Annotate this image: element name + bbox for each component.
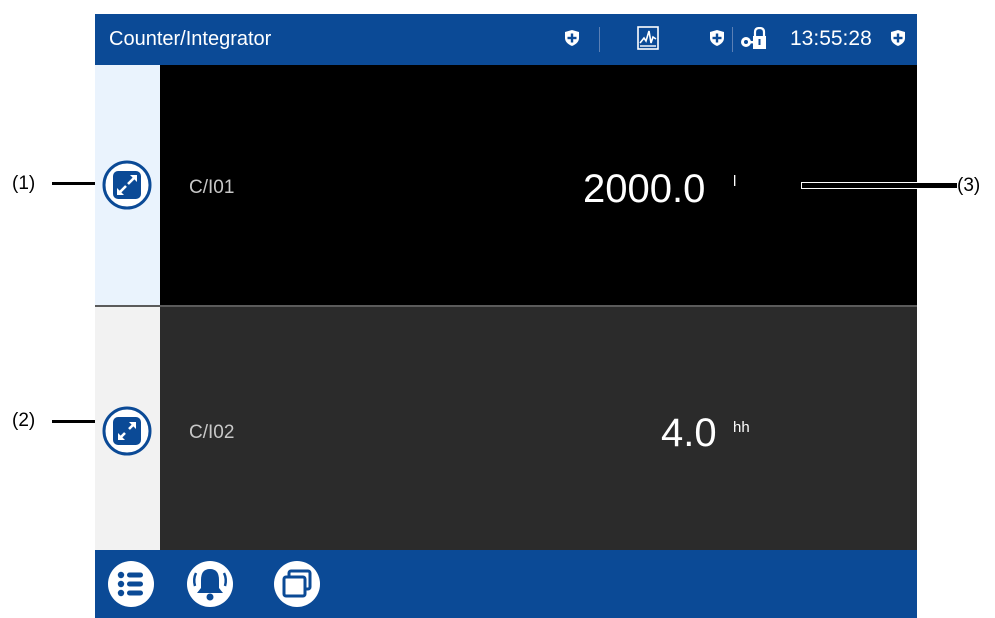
collapse-icon[interactable] <box>101 159 153 211</box>
channel-row-2[interactable]: C/I02 4.0 hh <box>95 307 917 550</box>
channel-value: 4.0 <box>661 411 717 455</box>
header-separator <box>599 27 600 52</box>
expand-icon[interactable] <box>101 405 153 457</box>
shield-plus-icon[interactable] <box>890 29 906 47</box>
lock-key-icon[interactable] <box>739 27 767 51</box>
channel-unit: hh <box>733 419 750 436</box>
channel-row-1[interactable]: C/I01 2000.0 l <box>95 65 917 307</box>
callout-3: (3) <box>957 175 981 196</box>
channel-unit: l <box>733 173 737 190</box>
channel-tag: C/I01 <box>189 177 235 198</box>
menu-list-icon[interactable] <box>107 560 155 608</box>
header-bar: Counter/Integrator 13:55:28 <box>95 14 917 65</box>
shield-plus-icon[interactable] <box>564 29 580 47</box>
trend-icon[interactable] <box>637 26 659 50</box>
page-title: Counter/Integrator <box>109 28 272 50</box>
callout-1: (1) <box>12 173 36 194</box>
callout-3-leader <box>802 183 957 188</box>
bottom-toolbar <box>95 550 917 618</box>
alarm-bell-icon[interactable] <box>186 560 234 608</box>
windows-icon[interactable] <box>273 560 321 608</box>
callout-2: (2) <box>12 410 36 431</box>
header-separator <box>732 27 733 52</box>
shield-plus-icon[interactable] <box>709 29 725 47</box>
channel-tag: C/I02 <box>189 422 235 443</box>
device-screen: Counter/Integrator 13:55:28 C/I01 2000.0… <box>95 14 957 618</box>
clock-time: 13:55:28 <box>790 27 872 50</box>
channel-value: 2000.0 <box>583 167 706 211</box>
